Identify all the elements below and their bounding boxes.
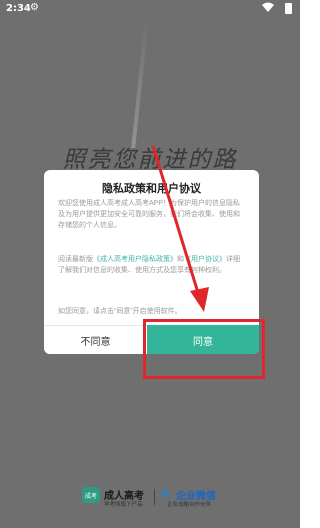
status-bar: 2:34 ⚙ [0,0,300,18]
wifi-icon [262,2,274,15]
links-prefix: 阅读最新版 [58,256,93,263]
partner-subtitle: 企业战略合作伙伴 [167,502,212,508]
user-agreement-link[interactable]: 《用户协议》 [184,256,226,263]
dialog-paragraph-consent: 如您同意，请点击“同意”开启使用软件。 [58,308,182,315]
links-and: 和 [177,256,184,263]
wecom-logo-icon: ✿ [161,487,171,500]
dialog-title: 隐私政策和用户协议 [102,183,201,195]
brand-subtitle: 学考网旗下产品 [104,502,143,508]
disagree-button[interactable]: 不同意 [44,325,147,354]
annotation-highlight-box [143,319,265,379]
settings-icon: ⚙ [30,2,39,13]
brand-logo-icon: 成考 [82,487,100,503]
brand-divider [154,489,155,505]
status-time: 2:34 [6,3,31,14]
dialog-paragraph-links: 阅读最新版《成人高考用户隐私政策》和《用户协议》详细了解我们对信息的收集、使用方… [58,254,246,276]
footer-brands: 成考 成人高考 学考网旗下产品 ✿ 企业微信 企业战略合作伙伴 [0,485,300,515]
privacy-policy-link[interactable]: 《成人高考用户隐私政策》 [93,256,177,263]
battery-icon [285,3,292,14]
dialog-paragraph-intro: 欢迎您使用成人高考成人高考APP！为保护用户的信息隐私及为用户提供更加安全可靠的… [58,200,241,229]
slogan: 照亮您前进的路 [62,147,238,173]
